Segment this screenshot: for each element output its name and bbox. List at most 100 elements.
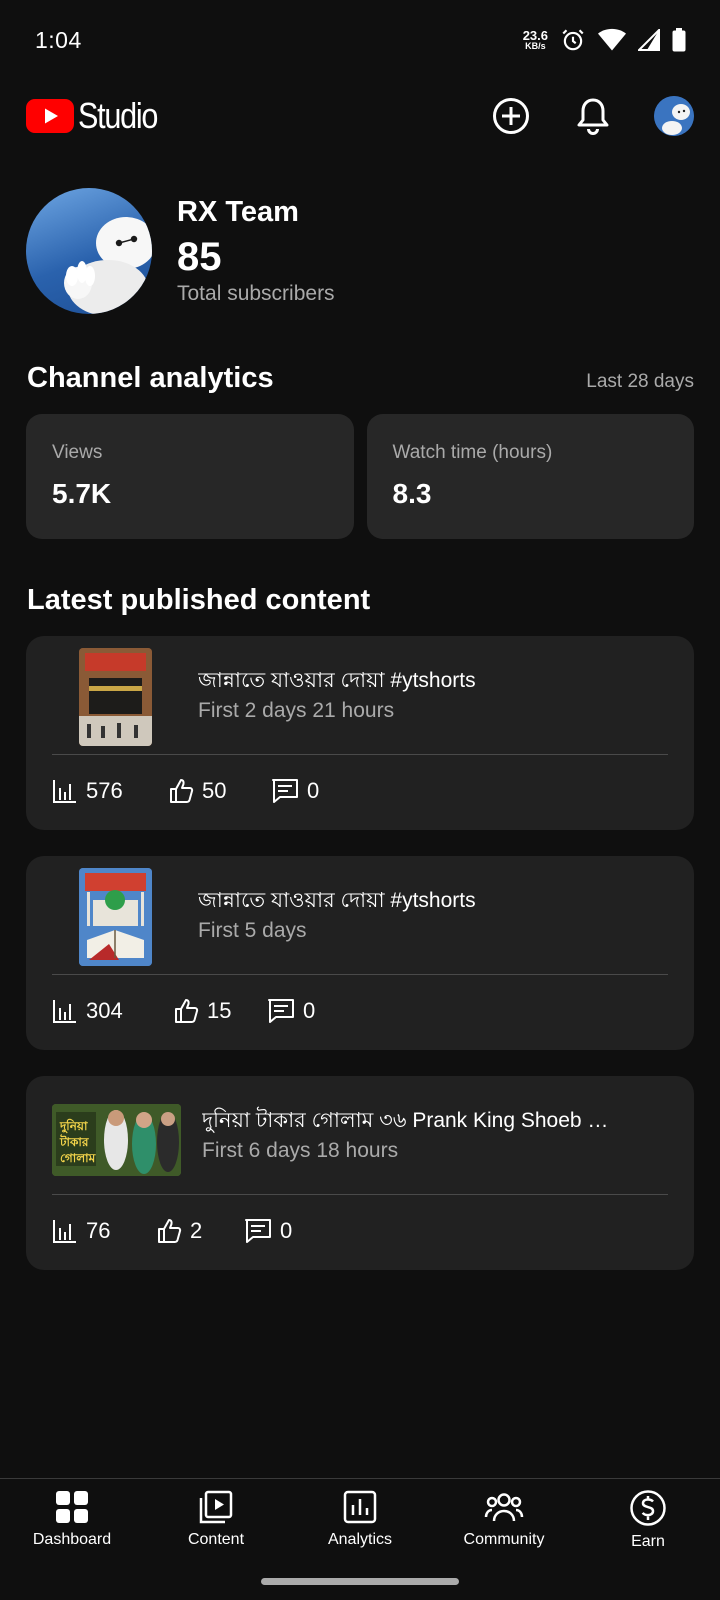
watch-time-value: 8.3: [392, 478, 432, 509]
views-count: 76: [86, 1218, 111, 1243]
views-metric: 304: [52, 998, 173, 1024]
video-title: জান্নাতে যাওয়ার দোয়া #ytshorts: [198, 669, 476, 692]
video-title: জান্নাতে যাওয়ার দোয়া #ytshorts: [198, 889, 476, 912]
watch-time-label: Watch time (hours): [392, 442, 553, 463]
channel-analytics-title: Channel analytics: [27, 362, 274, 394]
app-header: Studio: [0, 86, 720, 146]
bar-chart-icon: [53, 780, 76, 803]
thumbs-up-icon: [175, 999, 199, 1023]
comments-metric: 0: [244, 1218, 292, 1244]
video-thumbnail: [79, 868, 152, 966]
create-button[interactable]: [490, 95, 532, 137]
likes-metric: 50: [168, 778, 271, 804]
youtube-studio-logo: Studio: [26, 95, 171, 137]
app-name: Studio: [78, 95, 158, 136]
thumbs-up-icon: [158, 1219, 182, 1243]
video-title: দুনিয়া টাকার গোলাম ৩৬ Prank King Shoeb …: [202, 1109, 609, 1132]
header-actions: [490, 95, 694, 137]
dashboard-icon: [56, 1491, 88, 1523]
content-card[interactable]: দুনিয়া টাকার গোলাম দুনিয়া টাকার গোলাম …: [26, 1076, 694, 1270]
battery-icon: [672, 28, 686, 52]
video-period: First 6 days 18 hours: [202, 1139, 399, 1162]
comments-metric: 0: [271, 778, 319, 804]
nav-label: Earn: [631, 1533, 665, 1550]
card-divider: [52, 1194, 668, 1195]
channel-summary: RX Team 85 Total subscribers: [26, 186, 706, 316]
youtube-logo-icon: [26, 99, 74, 133]
video-metrics: 76 2 0: [52, 1216, 292, 1246]
svg-text:গোলাম: গোলাম: [60, 1151, 97, 1165]
home-indicator[interactable]: [261, 1578, 459, 1585]
likes-count: 2: [190, 1218, 203, 1243]
likes-metric: 2: [156, 1218, 244, 1244]
views-count: 576: [86, 778, 123, 803]
nav-label: Analytics: [327, 1531, 393, 1548]
nav-label: Community: [463, 1531, 545, 1548]
svg-text:টাকার: টাকার: [59, 1134, 89, 1149]
bar-chart-icon: [53, 1000, 76, 1023]
comments-count: 0: [307, 778, 320, 803]
status-time: 1:04: [35, 26, 82, 53]
status-bar: 1:04 23.6 KB/s: [0, 0, 720, 80]
drama-thumbnail-icon: দুনিয়া টাকার গোলাম: [52, 1104, 181, 1176]
comment-icon: [268, 999, 294, 1023]
views-metric: 76: [52, 1218, 156, 1244]
nav-dashboard[interactable]: Dashboard: [0, 1479, 144, 1600]
comments-count: 0: [303, 998, 316, 1023]
video-period: First 5 days: [198, 919, 307, 942]
latest-content-title: Latest published content: [27, 584, 371, 616]
notifications-button[interactable]: [572, 95, 614, 137]
nav-label: Dashboard: [32, 1531, 112, 1548]
alarm-icon: [562, 29, 584, 51]
views-count: 304: [86, 998, 123, 1023]
subscriber-count: 85: [177, 235, 222, 279]
analytics-cards: Views 5.7K Watch time (hours) 8.3: [26, 414, 694, 539]
channel-name: RX Team: [177, 196, 299, 228]
comment-icon: [245, 1219, 271, 1243]
video-period: First 2 days 21 hours: [198, 699, 395, 722]
mosque-thumbnail-icon: [79, 868, 152, 966]
content-icon: [199, 1490, 233, 1524]
content-card[interactable]: জান্নাতে যাওয়ার দোয়া #ytshorts First 2…: [26, 636, 694, 830]
latest-content-header: Latest published content: [27, 584, 694, 617]
analytics-icon: [343, 1490, 377, 1524]
comment-icon: [272, 779, 298, 803]
card-divider: [52, 974, 668, 975]
views-value: 5.7K: [52, 478, 112, 509]
channel-avatar[interactable]: [26, 188, 152, 314]
watch-time-card[interactable]: Watch time (hours) 8.3: [366, 414, 694, 539]
baymax-avatar-icon: [654, 96, 694, 136]
baymax-avatar-icon: [64, 217, 152, 314]
comments-metric: 0: [267, 998, 315, 1024]
video-metrics: 576 50 0: [52, 776, 319, 806]
subscriber-label: Total subscribers: [177, 282, 335, 305]
likes-count: 50: [202, 778, 227, 803]
views-card[interactable]: Views 5.7K: [26, 414, 354, 539]
video-thumbnail: দুনিয়া টাকার গোলাম: [52, 1104, 181, 1176]
views-label: Views: [52, 442, 103, 463]
nav-earn[interactable]: Earn: [576, 1479, 720, 1600]
video-metrics: 304 15 0: [52, 996, 315, 1026]
community-icon: [484, 1493, 524, 1522]
likes-metric: 15: [173, 998, 267, 1024]
channel-info: RX Team 85 Total subscribers: [177, 196, 335, 306]
kaaba-thumbnail-icon: [79, 648, 152, 746]
bell-icon: [577, 98, 609, 135]
add-circle-icon: [493, 98, 529, 134]
wifi-icon: [598, 28, 626, 51]
nav-label: Content: [187, 1531, 245, 1548]
network-speed-unit: KB/s: [525, 41, 546, 51]
card-divider: [52, 754, 668, 755]
analytics-range: Last 28 days: [586, 371, 694, 392]
signal-icon: [638, 29, 660, 51]
content-card[interactable]: জান্নাতে যাওয়ার দোয়া #ytshorts First 5…: [26, 856, 694, 1050]
svg-text:দুনিয়া: দুনিয়া: [59, 1118, 88, 1135]
earn-icon: [630, 1490, 666, 1526]
network-speed: 23.6 KB/s: [523, 29, 548, 51]
account-avatar[interactable]: [654, 96, 694, 136]
channel-analytics-header: Channel analytics Last 28 days: [27, 362, 694, 395]
views-metric: 576: [52, 778, 168, 804]
comments-count: 0: [280, 1218, 293, 1243]
likes-count: 15: [207, 998, 232, 1023]
bar-chart-icon: [53, 1220, 76, 1243]
